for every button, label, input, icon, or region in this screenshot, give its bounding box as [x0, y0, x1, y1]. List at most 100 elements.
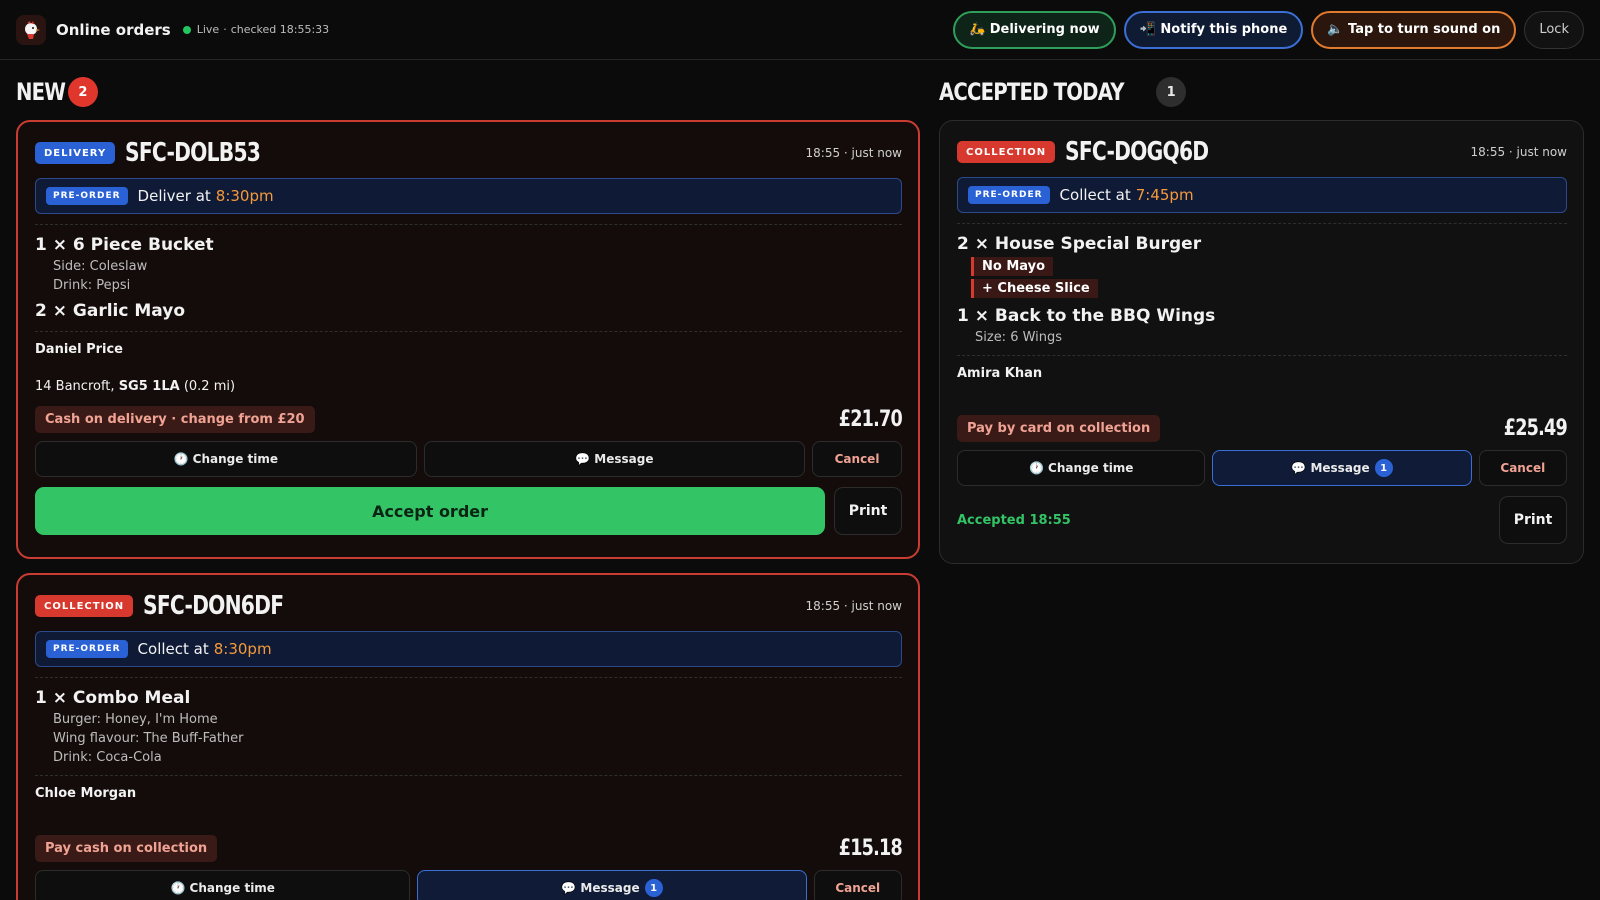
order-actions: 🕐 Change time 💬 Message 1 Cancel	[957, 450, 1567, 486]
preorder-time: 8:30pm	[213, 640, 272, 658]
divider	[35, 677, 902, 678]
order-total: £15.18	[838, 836, 903, 861]
live-status: Live · checked 18:55:33	[182, 23, 330, 36]
preorder-badge: PRE-ORDER	[968, 186, 1050, 204]
accepted-orders-column: ACCEPTED TODAY 1	[939, 60, 1584, 124]
item-modifier: No Mayo	[971, 257, 1054, 276]
order-total: £25.49	[1503, 416, 1568, 441]
cancel-button[interactable]: Cancel	[813, 870, 902, 900]
last-checked: checked 18:55:33	[230, 23, 330, 36]
accepted-column-title: ACCEPTED TODAY	[939, 78, 1124, 106]
order-item: 1 × 6 Piece Bucket Side: Coleslaw Drink:…	[35, 235, 902, 293]
payment-badge: Pay by card on collection	[957, 415, 1161, 442]
live-label: Live	[196, 23, 220, 36]
message-label: 💬 Message	[1291, 461, 1370, 475]
divider	[35, 224, 902, 225]
order-item: 2 × Garlic Mayo	[35, 301, 902, 321]
sound-on-button[interactable]: 🔈 Tap to turn sound on	[1311, 10, 1517, 49]
item-title: 1 × 6 Piece Bucket	[35, 235, 214, 255]
item-option: Drink: Pepsi	[53, 278, 131, 293]
item-option: Size: 6 Wings	[975, 330, 1063, 345]
order-item: 1 × Back to the BBQ Wings Size: 6 Wings	[957, 306, 1567, 345]
divider	[957, 223, 1567, 224]
message-count-badge: 1	[644, 879, 663, 897]
preorder-banner: PRE-ORDER Collect at 8:30pm	[35, 631, 902, 667]
order-card-sfc-dogq6d: COLLECTION SFC-DOGQ6D 18:55 · just now P…	[939, 120, 1584, 564]
change-time-button[interactable]: 🕐 Change time	[957, 450, 1206, 486]
item-title: 2 × Garlic Mayo	[35, 301, 185, 321]
divider	[35, 775, 902, 776]
new-column-header: NEW 2	[16, 60, 920, 124]
preorder-banner: PRE-ORDER Collect at 7:45pm	[957, 177, 1567, 213]
live-dot-icon	[182, 25, 191, 34]
divider	[957, 355, 1567, 356]
item-title: 1 × Back to the BBQ Wings	[957, 306, 1216, 326]
order-item: 1 × Combo Meal Burger: Honey, I'm Home W…	[35, 688, 902, 765]
item-option: Burger: Honey, I'm Home	[53, 712, 218, 727]
preorder-time: 8:30pm	[215, 187, 274, 205]
lock-button[interactable]: Lock	[1524, 10, 1584, 49]
delivery-address: 14 Bancroft, SG5 1LA (0.2 mi)	[35, 379, 902, 394]
order-id: SFC-DOGQ6D	[1065, 137, 1209, 167]
item-option: Drink: Coca-Cola	[53, 750, 162, 765]
order-type-badge: COLLECTION	[35, 595, 134, 617]
address-postcode: SG5 1LA	[118, 379, 180, 394]
preorder-time: 7:45pm	[1135, 186, 1194, 204]
order-item: 2 × House Special Burger No Mayo + Chees…	[957, 234, 1567, 298]
app-title: Online orders	[56, 20, 171, 39]
order-card-sfc-dolb53: DELIVERY SFC-DOLB53 18:55 · just now PRE…	[16, 120, 920, 559]
item-option: Wing flavour: The Buff-Father	[53, 731, 244, 746]
message-button[interactable]: 💬 Message	[423, 441, 806, 477]
new-column-title: NEW	[16, 78, 66, 106]
order-card-sfc-don6df: COLLECTION SFC-DON6DF 18:55 · just now P…	[16, 573, 920, 900]
print-button[interactable]: Print	[834, 487, 902, 535]
payment-badge: Pay cash on collection	[35, 835, 218, 862]
address-distance: (0.2 mi)	[183, 379, 236, 394]
customer-name: Chloe Morgan	[35, 786, 137, 801]
new-count-badge: 2	[67, 77, 98, 107]
top-bar: Online orders Live · checked 18:55:33 🛵 …	[0, 0, 1600, 60]
print-button[interactable]: Print	[1499, 496, 1567, 544]
preorder-text: Collect at	[1059, 186, 1131, 204]
divider	[35, 331, 902, 332]
accepted-time: Accepted 18:55	[957, 512, 1071, 528]
message-button[interactable]: 💬 Message 1	[1212, 450, 1472, 486]
item-modifier: + Cheese Slice	[971, 279, 1098, 298]
change-time-button[interactable]: 🕐 Change time	[35, 441, 417, 477]
order-type-badge: DELIVERY	[35, 142, 116, 164]
item-title: 2 × House Special Burger	[957, 234, 1202, 254]
order-time: 18:55 · just now	[1470, 145, 1568, 159]
order-actions: 🕐 Change time 💬 Message 1 Cancel	[35, 870, 902, 900]
notify-phone-button[interactable]: 📲 Notify this phone	[1123, 10, 1304, 49]
customer-name: Amira Khan	[957, 366, 1043, 381]
item-title: 1 × Combo Meal	[35, 688, 191, 708]
item-option: Side: Coleslaw	[53, 259, 148, 274]
accept-order-button[interactable]: Accept order	[35, 487, 826, 535]
preorder-badge: PRE-ORDER	[46, 640, 128, 658]
preorder-badge: PRE-ORDER	[46, 187, 128, 205]
order-time: 18:55 · just now	[805, 146, 903, 160]
order-total: £21.70	[838, 407, 903, 432]
preorder-banner: PRE-ORDER Deliver at 8:30pm	[35, 178, 902, 214]
message-label: 💬 Message	[561, 881, 640, 895]
payment-badge: Cash on delivery · change from £20	[35, 406, 315, 433]
preorder-text: Deliver at	[137, 187, 211, 205]
cancel-button[interactable]: Cancel	[812, 441, 902, 477]
order-actions: 🕐 Change time 💬 Message Cancel	[35, 441, 902, 477]
change-time-button[interactable]: 🕐 Change time	[35, 870, 411, 900]
order-id: SFC-DOLB53	[125, 138, 261, 168]
order-id: SFC-DON6DF	[143, 591, 284, 621]
chicken-logo-icon	[16, 14, 46, 45]
message-button[interactable]: 💬 Message 1	[417, 870, 807, 900]
cancel-button[interactable]: Cancel	[1478, 450, 1567, 486]
new-orders-column: NEW 2	[16, 60, 920, 124]
top-actions: 🛵 Delivering now 📲 Notify this phone 🔈 T…	[953, 10, 1584, 49]
accepted-column-header: ACCEPTED TODAY 1	[939, 60, 1584, 124]
order-time: 18:55 · just now	[805, 599, 903, 613]
message-count-badge: 1	[1374, 459, 1393, 477]
address-street: 14 Bancroft,	[35, 379, 115, 394]
preorder-text: Collect at	[137, 640, 209, 658]
delivering-now-button[interactable]: 🛵 Delivering now	[953, 10, 1116, 49]
accepted-count-badge: 1	[1156, 77, 1187, 107]
order-type-badge: COLLECTION	[957, 141, 1056, 163]
